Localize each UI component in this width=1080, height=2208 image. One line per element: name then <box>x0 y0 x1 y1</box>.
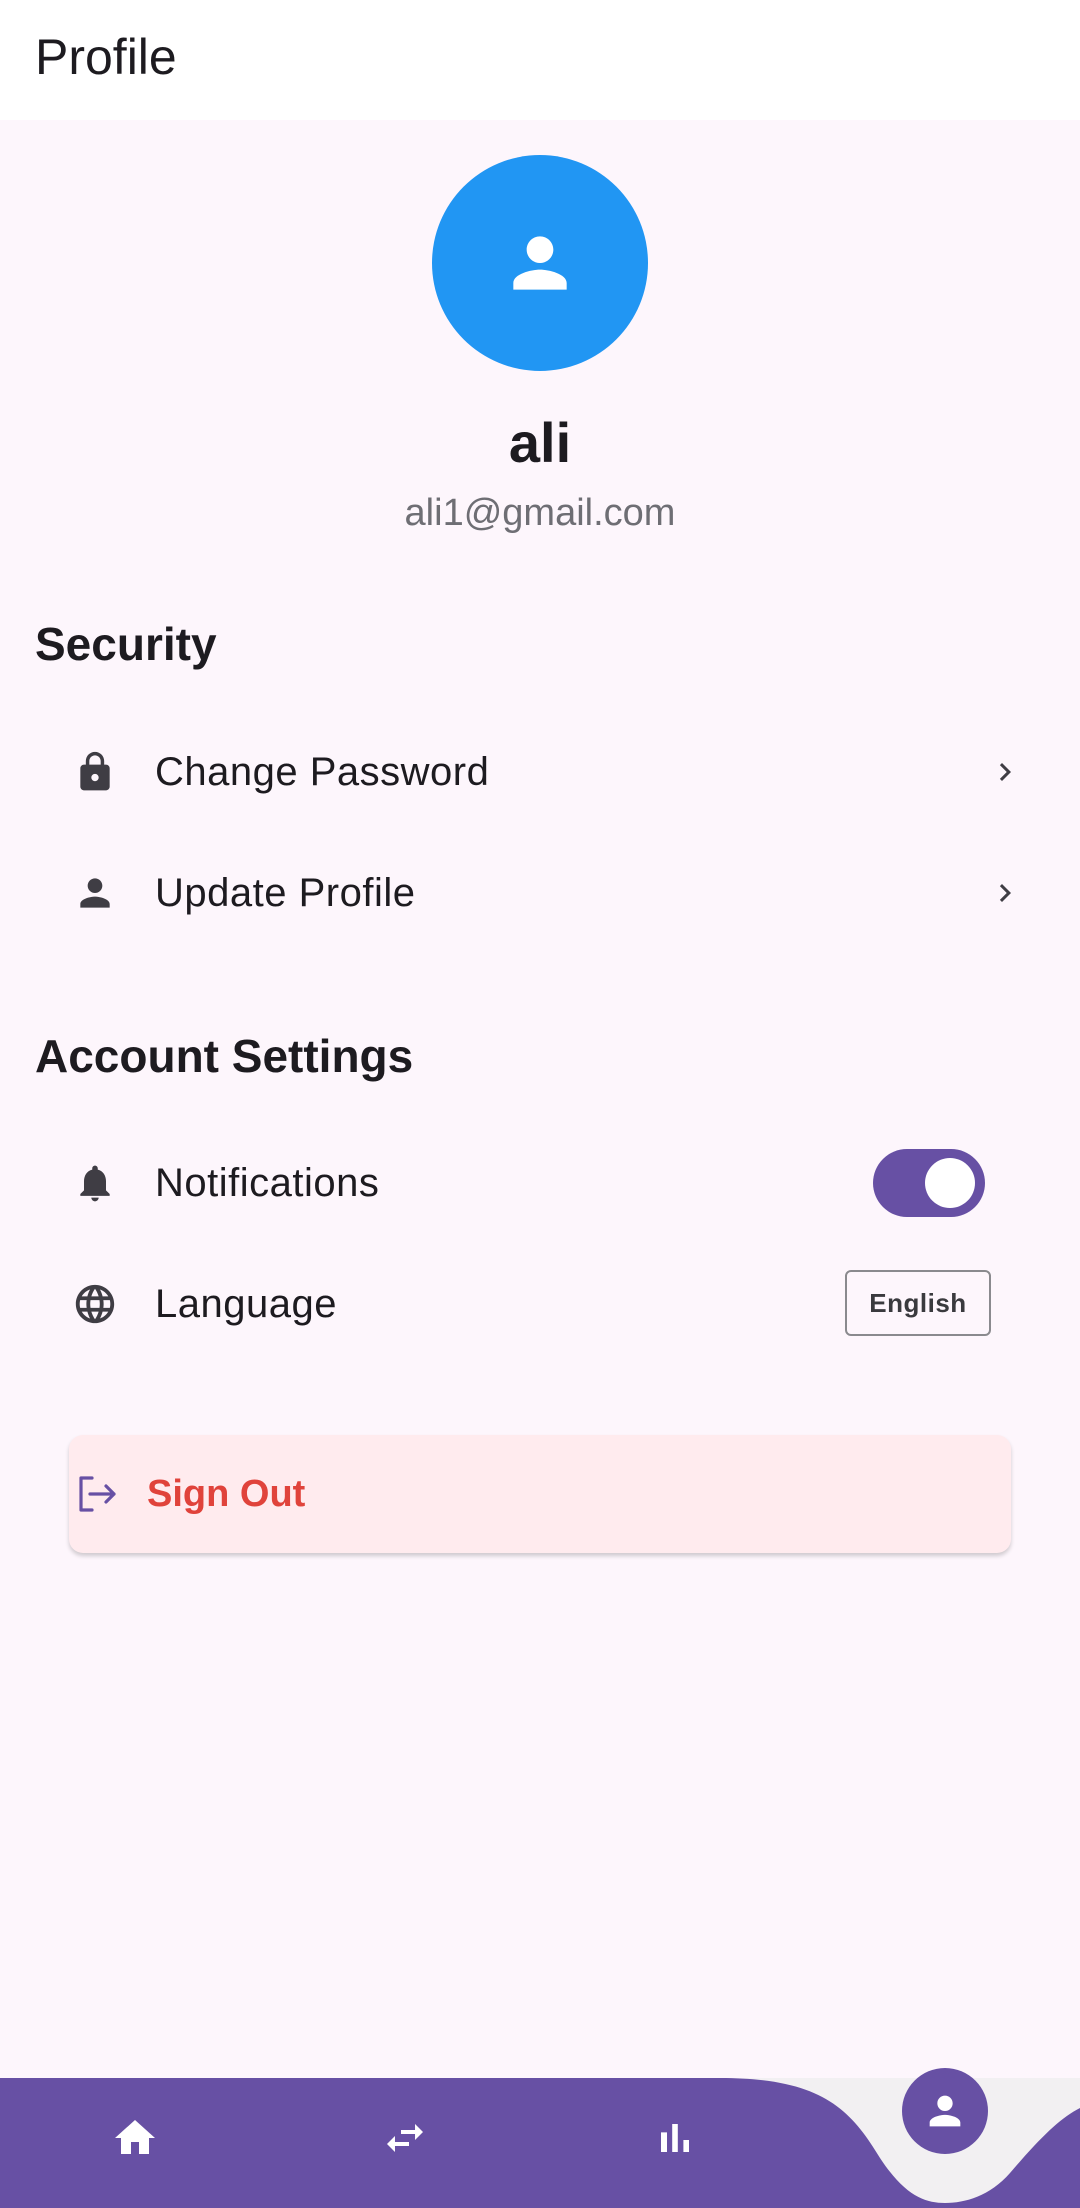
user-email: ali1@gmail.com <box>404 492 676 534</box>
chevron-right-icon <box>999 884 1011 902</box>
user-name: ali <box>508 411 572 474</box>
notifications-toggle[interactable] <box>873 1149 985 1217</box>
globe-icon <box>75 1284 115 1324</box>
nav-profile[interactable] <box>902 2068 988 2154</box>
person-icon <box>513 236 567 290</box>
section-title-account-settings: Account Settings <box>35 1030 414 1082</box>
home-icon <box>115 2120 155 2154</box>
person-icon <box>929 2095 961 2127</box>
logout-icon <box>79 1476 116 1512</box>
nav-stats[interactable] <box>645 2108 705 2168</box>
lock-icon <box>80 751 110 791</box>
change-password-item[interactable]: Change Password <box>35 717 1045 827</box>
avatar <box>432 155 648 371</box>
update-profile-item[interactable]: Update Profile <box>35 838 1045 948</box>
nav-home[interactable] <box>105 2108 165 2168</box>
section-title-security: Security <box>35 618 217 670</box>
bar-chart-icon <box>661 2124 689 2152</box>
language-select-button[interactable]: English <box>845 1270 991 1336</box>
page-title: Profile <box>35 29 177 85</box>
update-profile-label: Update Profile <box>155 870 416 915</box>
bell-icon <box>80 1165 110 1202</box>
sign-out-button[interactable]: Sign Out <box>69 1435 1011 1553</box>
change-password-label: Change Password <box>155 749 490 794</box>
person-icon <box>80 878 110 908</box>
swap-icon <box>387 2124 423 2152</box>
chevron-right-icon <box>999 763 1011 781</box>
nav-transactions[interactable] <box>375 2108 435 2168</box>
app-bar: Profile <box>0 0 1080 120</box>
toggle-knob <box>925 1158 975 1208</box>
sign-out-label: Sign Out <box>147 1472 306 1515</box>
